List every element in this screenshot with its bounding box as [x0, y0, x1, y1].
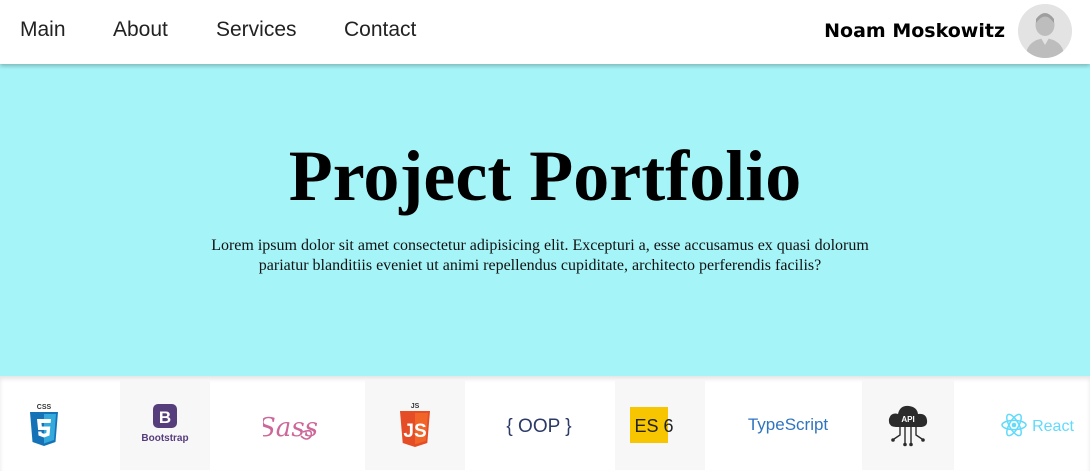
sass-icon: Sass	[263, 413, 317, 443]
tech-item-oop: { OOP }	[490, 380, 588, 470]
react-icon: React	[1001, 413, 1074, 437]
tech-item-sass: Sass	[245, 380, 335, 470]
hero-description: Lorem ipsum dolor sit amet consectetur a…	[211, 237, 869, 274]
typescript-label: TypeScript	[748, 415, 828, 434]
user-avatar-icon	[1018, 4, 1072, 58]
tech-item-bootstrap: B Bootstrap	[120, 380, 210, 470]
tech-stack-strip: CSS B Bootstrap Sass JS JS { OOP } ES 6 …	[0, 376, 1090, 471]
oop-icon: { OOP }	[506, 416, 571, 437]
avatar[interactable]	[1018, 4, 1072, 58]
tech-item-es6: ES 6	[615, 380, 705, 470]
typescript-icon: TypeScript	[748, 415, 828, 434]
bootstrap-icon: B Bootstrap	[141, 404, 189, 444]
tech-item-javascript: JS JS	[365, 380, 465, 470]
api-icon: API	[888, 405, 928, 447]
react-label: React	[1032, 418, 1074, 435]
oop-label: { OOP }	[506, 416, 571, 437]
tech-item-css: CSS	[0, 380, 88, 470]
top-navbar: Main About Services Contact Noam Moskowi…	[0, 0, 1090, 64]
tech-item-api: API	[862, 380, 954, 470]
tech-item-typescript: TypeScript	[740, 380, 836, 470]
user-name: Noam Moskowitz	[824, 20, 1005, 42]
hero-section: Project Portfolio Lorem ipsum dolor sit …	[0, 64, 1090, 376]
svg-text:B: B	[159, 408, 171, 427]
css-label: CSS	[37, 404, 52, 411]
javascript-label: JS	[403, 421, 426, 442]
es6-label: ES 6	[634, 416, 673, 436]
nav-link-about[interactable]: About	[113, 18, 168, 42]
page-title: Project Portfolio	[288, 136, 802, 216]
svg-text:JS: JS	[411, 403, 420, 410]
bootstrap-label: Bootstrap	[141, 433, 188, 444]
css3-icon: CSS	[30, 404, 58, 446]
nav-link-contact[interactable]: Contact	[344, 18, 416, 42]
tech-item-react: React	[990, 380, 1090, 470]
nav-link-main[interactable]: Main	[20, 18, 66, 42]
javascript-icon: JS JS	[400, 403, 430, 447]
api-label: API	[901, 415, 914, 424]
es6-icon: ES 6	[630, 407, 674, 443]
nav-link-services[interactable]: Services	[216, 18, 297, 42]
